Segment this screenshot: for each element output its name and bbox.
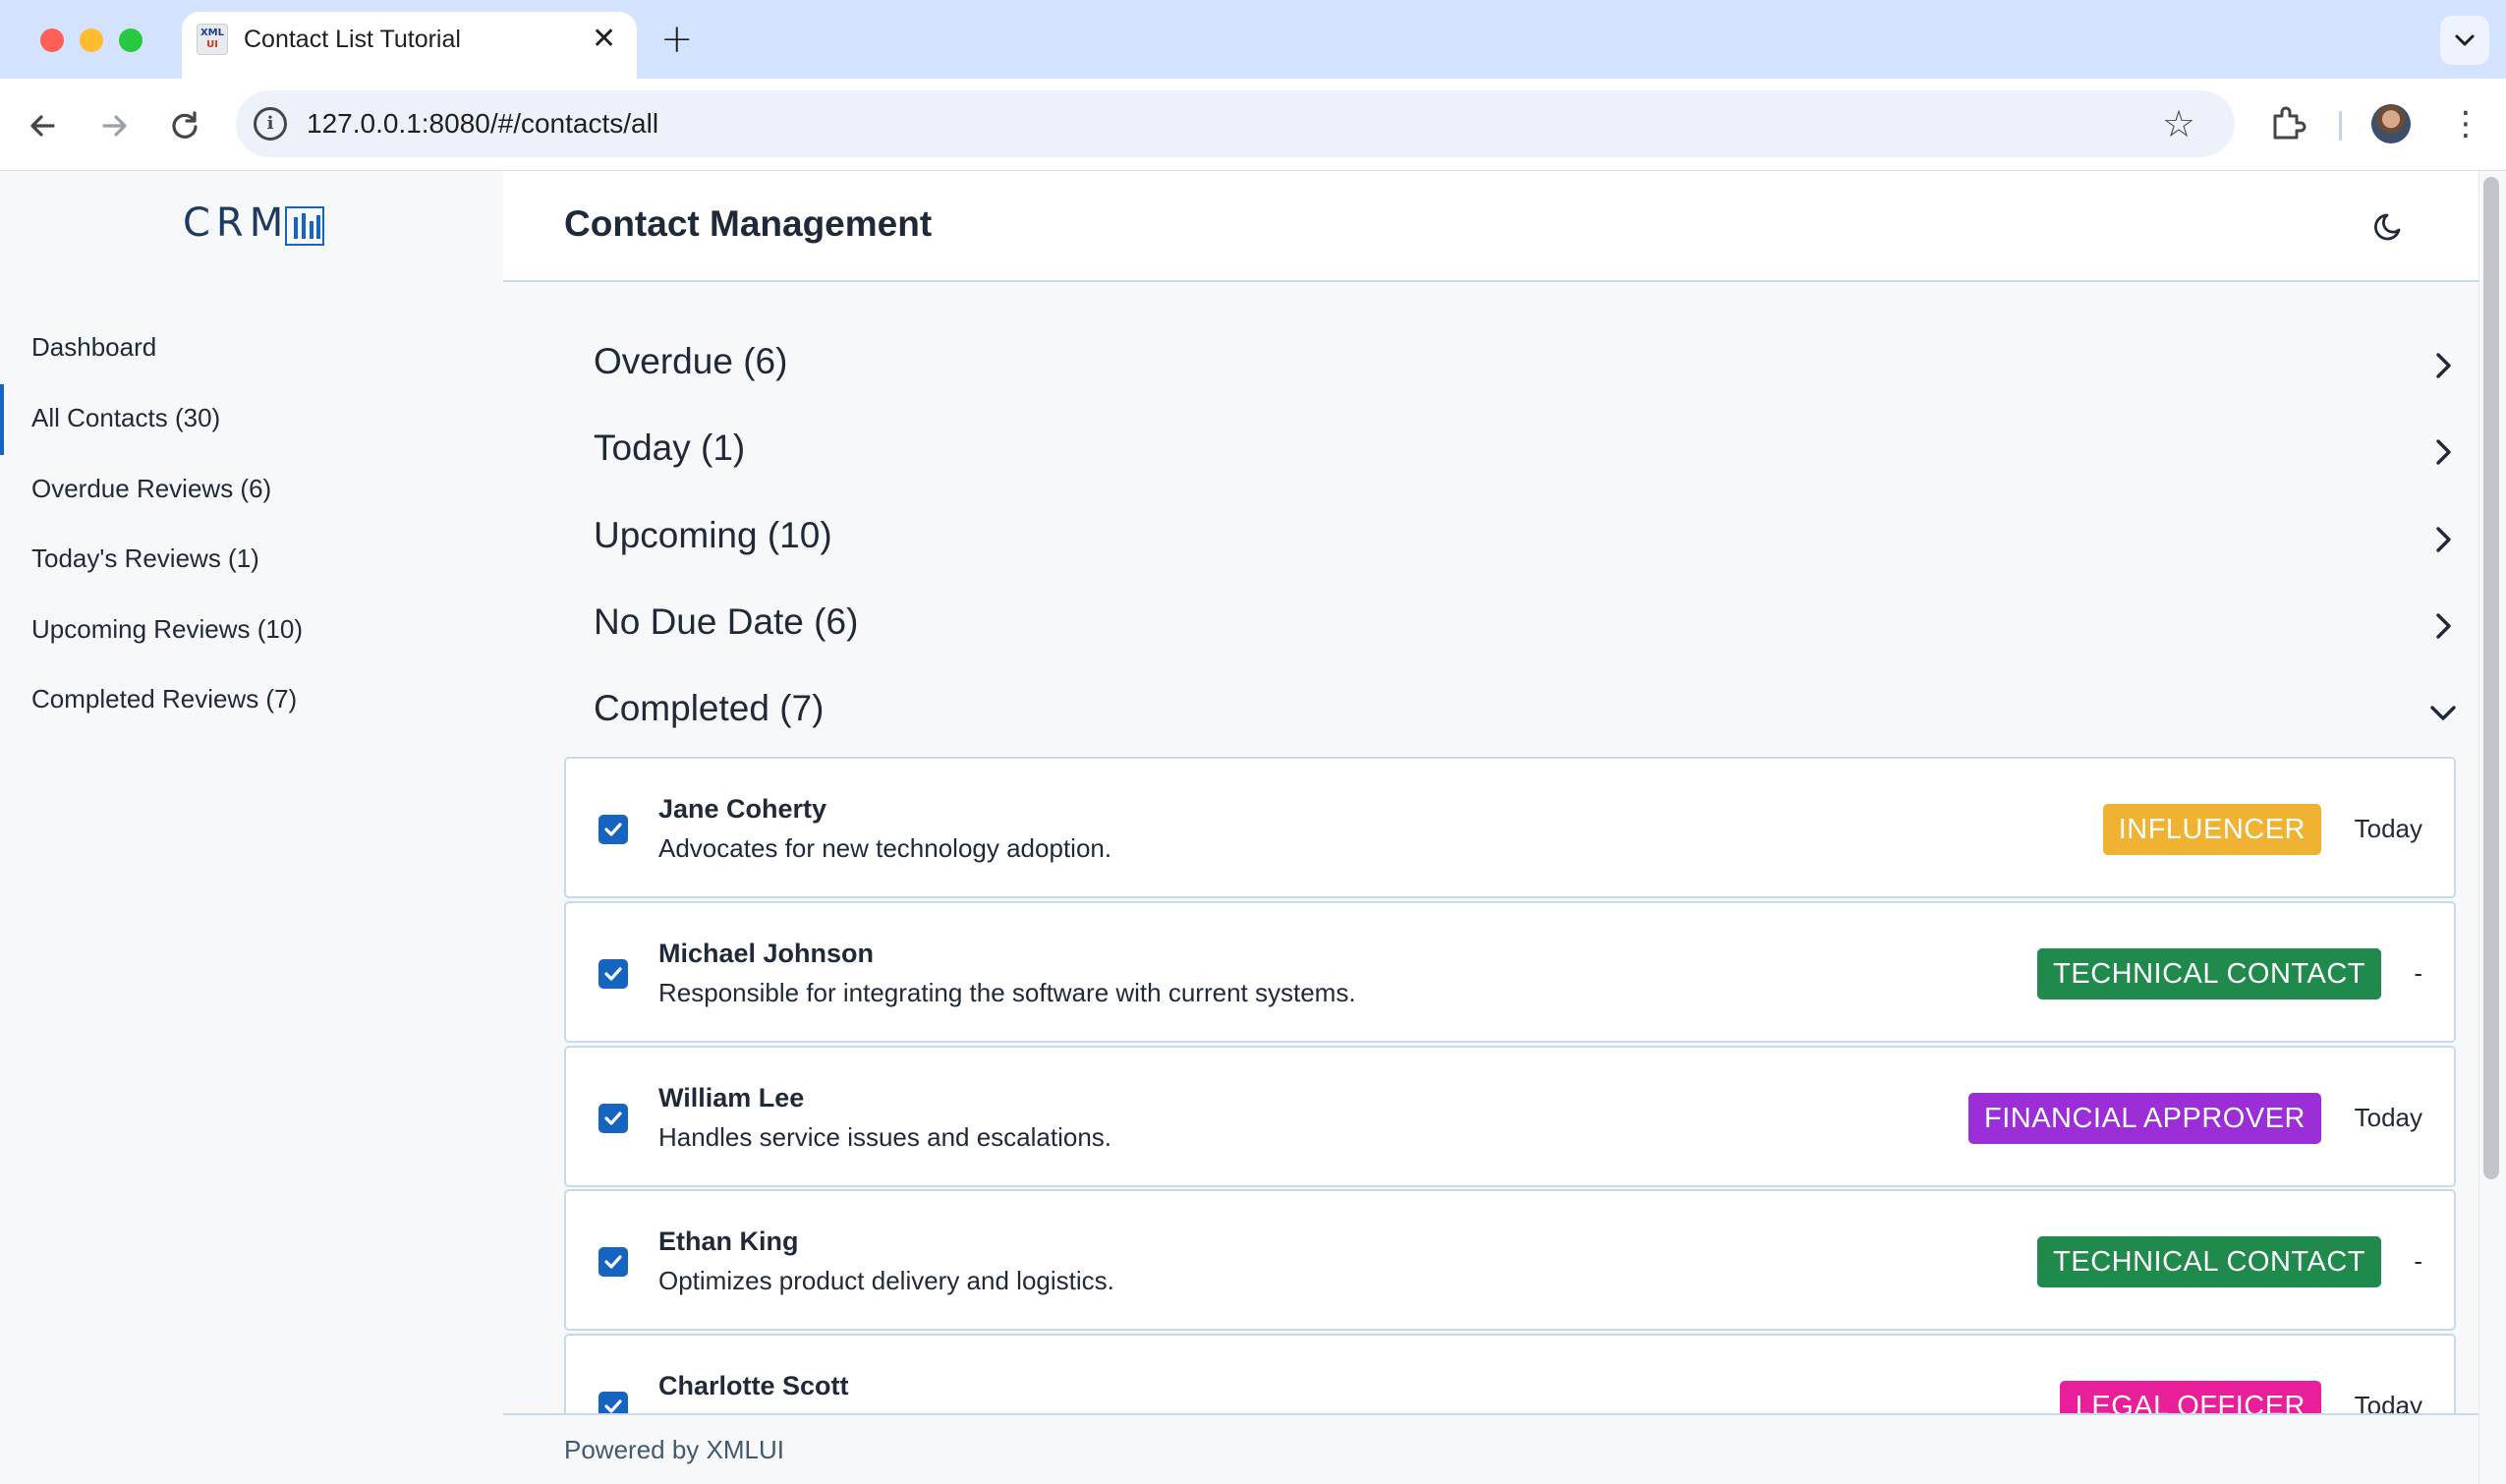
chevron-right-icon: [2436, 613, 2451, 639]
url-text[interactable]: 127.0.0.1:8080/#/contacts/all: [307, 108, 658, 140]
contact-description: Responsible for integrating the software…: [658, 978, 1356, 1007]
section-label: Overdue (6): [594, 341, 788, 381]
browser-tab-strip: XML UI Contact List Tutorial ✕ +: [0, 0, 2506, 79]
review-checkbox[interactable]: [598, 815, 628, 844]
window-minimize-button[interactable]: [80, 29, 103, 52]
contact-tag-badge: Financial Approver: [1967, 1093, 2321, 1144]
window-close-button[interactable]: [40, 29, 64, 52]
tab-close-icon[interactable]: ✕: [592, 22, 616, 56]
review-checkbox[interactable]: [598, 959, 628, 989]
toolbar-divider: [2339, 111, 2342, 141]
contact-description: Handles service issues and escalations.: [658, 1122, 1112, 1152]
chevron-down-icon: [2430, 706, 2456, 720]
contact-description: Optimizes product delivery and logistics…: [658, 1266, 1114, 1295]
dark-mode-moon-icon[interactable]: [2372, 208, 2408, 244]
chevron-right-icon: [2436, 353, 2451, 378]
review-date: Today: [2354, 814, 2422, 843]
sidebar-item-overdue-reviews[interactable]: Overdue Reviews (6): [0, 455, 503, 522]
section-overdue[interactable]: Overdue (6): [564, 331, 2461, 400]
back-arrow-icon[interactable]: [24, 106, 63, 145]
section-label: Today (1): [594, 428, 746, 468]
page-title: Contact Management: [564, 203, 933, 244]
tab-search-button[interactable]: [2440, 16, 2489, 65]
powered-by-text: Powered by XMLUI: [564, 1435, 784, 1464]
chevron-down-icon: [2455, 34, 2475, 46]
review-checkbox[interactable]: [598, 1247, 628, 1277]
contact-tag-badge: Technical Contact: [2037, 1236, 2381, 1287]
checkmark-icon: [604, 967, 622, 981]
site-info-icon[interactable]: i: [254, 107, 287, 141]
browser-menu-icon[interactable]: ⋮: [2449, 100, 2482, 147]
forward-arrow-icon[interactable]: [94, 106, 134, 145]
bar-chart-logo-icon: [285, 206, 324, 246]
window-maximize-button[interactable]: [119, 29, 142, 52]
favicon-text: XML: [199, 28, 225, 38]
address-bar[interactable]: i 127.0.0.1:8080/#/contacts/all ☆: [236, 90, 2235, 157]
contact-tag-badge: Technical Contact: [2037, 948, 2381, 999]
contact-description: Advocates for new technology adoption.: [658, 833, 1112, 863]
review-date: -: [2414, 1246, 2422, 1276]
checkmark-icon: [604, 823, 622, 836]
contact-name[interactable]: Jane Coherty: [658, 794, 826, 825]
contact-card[interactable]: Ethan King Optimizes product delivery an…: [564, 1189, 2456, 1331]
section-upcoming[interactable]: Upcoming (10): [564, 505, 2461, 574]
browser-tab-active[interactable]: XML UI Contact List Tutorial ✕: [182, 12, 637, 79]
page-header: Contact Management: [503, 171, 2478, 282]
section-label: No Due Date (6): [594, 601, 859, 642]
section-today[interactable]: Today (1): [564, 418, 2461, 486]
sidebar-item-todays-reviews[interactable]: Today's Reviews (1): [0, 525, 503, 592]
xmlui-favicon-icon: XML UI: [197, 24, 228, 55]
sidebar-item-upcoming-reviews[interactable]: Upcoming Reviews (10): [0, 596, 503, 662]
app-footer: Powered by XMLUI: [503, 1413, 2478, 1484]
browser-toolbar: i 127.0.0.1:8080/#/contacts/all ☆: [0, 79, 2506, 171]
favicon-text: UI: [206, 39, 218, 50]
chevron-right-icon: [2436, 527, 2451, 552]
review-date: -: [2414, 958, 2422, 988]
contact-tag-badge: Influencer: [2102, 804, 2321, 855]
tab-title: Contact List Tutorial: [244, 26, 461, 53]
reload-icon[interactable]: [165, 106, 204, 145]
scrollbar-thumb[interactable]: [2483, 177, 2499, 1179]
review-checkbox[interactable]: [598, 1104, 628, 1133]
chevron-right-icon: [2436, 439, 2451, 465]
contact-name[interactable]: Charlotte Scott: [658, 1371, 849, 1401]
app-sidebar: CRM Dashboard All Contacts (30) Overdue …: [0, 171, 503, 1484]
contact-card[interactable]: Michael Johnson Responsible for integrat…: [564, 901, 2456, 1043]
section-no-due-date[interactable]: No Due Date (6): [564, 592, 2461, 660]
extensions-puzzle-icon[interactable]: [2266, 102, 2309, 145]
crm-logo[interactable]: CRM: [183, 200, 289, 246]
contact-card[interactable]: William Lee Handles service issues and e…: [564, 1046, 2456, 1187]
bookmark-star-icon[interactable]: ☆: [2162, 102, 2195, 145]
checkmark-icon: [604, 1112, 622, 1125]
section-label: Upcoming (10): [594, 515, 832, 555]
sidebar-item-completed-reviews[interactable]: Completed Reviews (7): [0, 665, 503, 732]
new-tab-plus-icon[interactable]: +: [660, 16, 694, 63]
sidebar-item-all-contacts[interactable]: All Contacts (30): [0, 384, 503, 455]
contact-card[interactable]: Jane Coherty Advocates for new technolog…: [564, 757, 2456, 898]
profile-avatar[interactable]: [2371, 104, 2411, 143]
review-date: Today: [2354, 1103, 2422, 1132]
contact-name[interactable]: Ethan King: [658, 1227, 799, 1257]
main-content: Contact Management Overdue (6) Today (1)…: [503, 171, 2478, 1484]
contact-name[interactable]: Michael Johnson: [658, 939, 874, 969]
section-completed[interactable]: Completed (7): [564, 678, 2461, 747]
section-label: Completed (7): [594, 688, 825, 728]
contact-name[interactable]: William Lee: [658, 1083, 804, 1113]
checkmark-icon: [604, 1255, 622, 1269]
sidebar-item-dashboard[interactable]: Dashboard: [0, 314, 503, 380]
